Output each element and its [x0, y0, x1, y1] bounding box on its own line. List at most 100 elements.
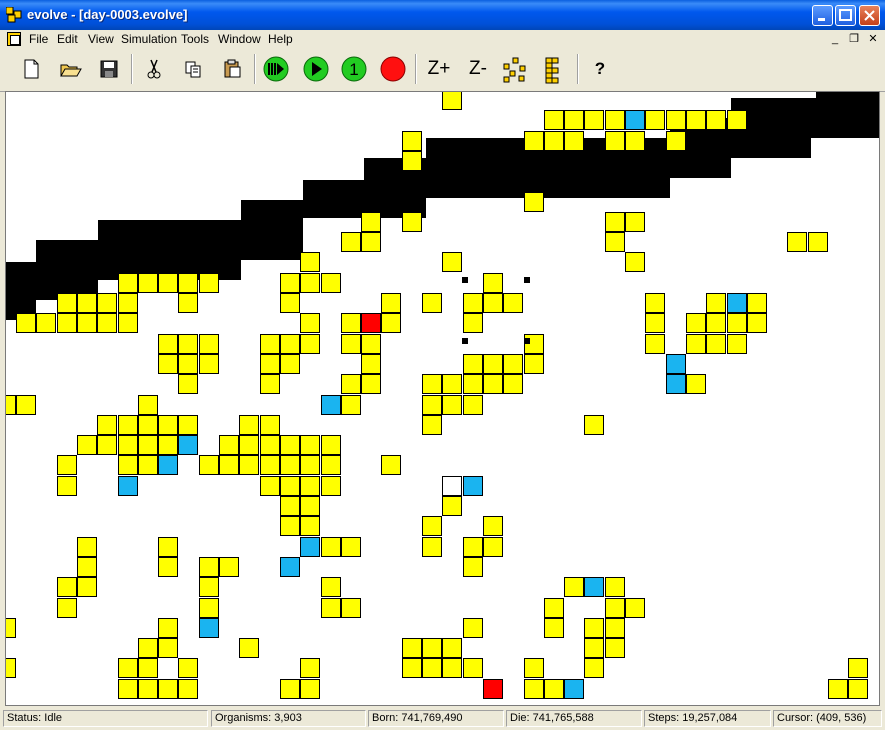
organism-cell[interactable] [321, 476, 341, 496]
organism-cell[interactable] [300, 658, 320, 678]
organism-cell[interactable] [422, 516, 442, 536]
organism-cell[interactable] [442, 476, 462, 496]
menu-edit[interactable]: Edit [57, 32, 78, 46]
mdi-restore-icon[interactable]: ❐ [847, 33, 861, 46]
organism-cell[interactable] [280, 354, 300, 374]
organism-cell[interactable] [341, 598, 361, 618]
organism-cell[interactable] [645, 110, 665, 130]
organism-cell[interactable] [463, 313, 483, 333]
organism-cell[interactable] [524, 658, 544, 678]
organism-cell[interactable] [686, 334, 706, 354]
organism-cell[interactable] [280, 334, 300, 354]
menu-tools[interactable]: Tools [181, 32, 209, 46]
organism-cell[interactable] [260, 354, 280, 374]
selected-organism-cell[interactable] [483, 679, 503, 699]
organism-cell[interactable] [584, 638, 604, 658]
spore-cell[interactable] [199, 618, 219, 638]
organism-cell[interactable] [341, 395, 361, 415]
organism-cell[interactable] [300, 476, 320, 496]
organism-cell[interactable] [321, 537, 341, 557]
open-button[interactable] [55, 54, 85, 84]
organism-cell[interactable] [564, 110, 584, 130]
organism-cell[interactable] [138, 658, 158, 678]
selected-organism-cell[interactable] [361, 313, 381, 333]
organism-cell[interactable] [239, 638, 259, 658]
organism-cell[interactable] [118, 273, 138, 293]
organism-cell[interactable] [97, 293, 117, 313]
organism-cell[interactable] [77, 577, 97, 597]
copy-button[interactable] [178, 54, 208, 84]
organism-cell[interactable] [584, 110, 604, 130]
organism-cell[interactable] [138, 638, 158, 658]
organism-cell[interactable] [422, 374, 442, 394]
organism-cell[interactable] [118, 435, 138, 455]
run-button[interactable] [301, 54, 331, 84]
organism-cell[interactable] [381, 455, 401, 475]
organism-cell[interactable] [16, 313, 36, 333]
spore-cell[interactable] [584, 577, 604, 597]
organism-cell[interactable] [666, 110, 686, 130]
organism-cell[interactable] [442, 374, 462, 394]
organism-cell[interactable] [280, 293, 300, 313]
organism-cell[interactable] [300, 273, 320, 293]
organism-cell[interactable] [483, 354, 503, 374]
organism-cell[interactable] [199, 455, 219, 475]
organism-cell[interactable] [57, 476, 77, 496]
organism-cell[interactable] [57, 293, 77, 313]
organism-cell[interactable] [686, 110, 706, 130]
organism-cell[interactable] [381, 293, 401, 313]
spore-cell[interactable] [280, 557, 300, 577]
organism-cell[interactable] [280, 496, 300, 516]
organism-cell[interactable] [645, 313, 665, 333]
organism-cell[interactable] [828, 679, 848, 699]
organism-cell[interactable] [442, 638, 462, 658]
organism-cell[interactable] [158, 537, 178, 557]
organism-cell[interactable] [280, 435, 300, 455]
organism-cell[interactable] [422, 537, 442, 557]
spore-cell[interactable] [158, 455, 178, 475]
organism-cell[interactable] [605, 232, 625, 252]
organism-cell[interactable] [524, 354, 544, 374]
organism-cell[interactable] [138, 679, 158, 699]
paste-button[interactable] [217, 54, 247, 84]
organism-cell[interactable] [544, 110, 564, 130]
organism-cell[interactable] [280, 273, 300, 293]
spore-cell[interactable] [666, 374, 686, 394]
run-fast-button[interactable] [261, 54, 291, 84]
zoom-out-button[interactable]: Z- [463, 54, 493, 84]
organism-cell[interactable] [544, 618, 564, 638]
spore-cell[interactable] [564, 679, 584, 699]
organism-cell[interactable] [178, 293, 198, 313]
organism-cell[interactable] [442, 395, 462, 415]
organism-cell[interactable] [321, 435, 341, 455]
organism-cell[interactable] [6, 658, 16, 678]
organism-cell[interactable] [239, 435, 259, 455]
organism-cell[interactable] [341, 374, 361, 394]
organism-cell[interactable] [199, 598, 219, 618]
organism-cell[interactable] [544, 598, 564, 618]
spore-cell[interactable] [178, 435, 198, 455]
organism-cell[interactable] [118, 313, 138, 333]
organism-cell[interactable] [605, 577, 625, 597]
organism-cell[interactable] [178, 334, 198, 354]
organism-cell[interactable] [341, 537, 361, 557]
menu-window[interactable]: Window [218, 32, 261, 46]
organism-cell[interactable] [321, 577, 341, 597]
organism-cell[interactable] [300, 313, 320, 333]
organism-cell[interactable] [422, 658, 442, 678]
organism-cell[interactable] [158, 435, 178, 455]
organism-cell[interactable] [158, 638, 178, 658]
organism-cell[interactable] [118, 293, 138, 313]
organism-cell[interactable] [57, 577, 77, 597]
organism-cell[interactable] [239, 455, 259, 475]
organism-cell[interactable] [442, 496, 462, 516]
organism-cell[interactable] [808, 232, 828, 252]
organism-cell[interactable] [524, 679, 544, 699]
organism-cell[interactable] [605, 110, 625, 130]
organism-cell[interactable] [544, 679, 564, 699]
organism-cell[interactable] [178, 415, 198, 435]
organism-cell[interactable] [199, 273, 219, 293]
organism-cell[interactable] [118, 415, 138, 435]
spore-cell[interactable] [300, 537, 320, 557]
organism-cell[interactable] [463, 354, 483, 374]
